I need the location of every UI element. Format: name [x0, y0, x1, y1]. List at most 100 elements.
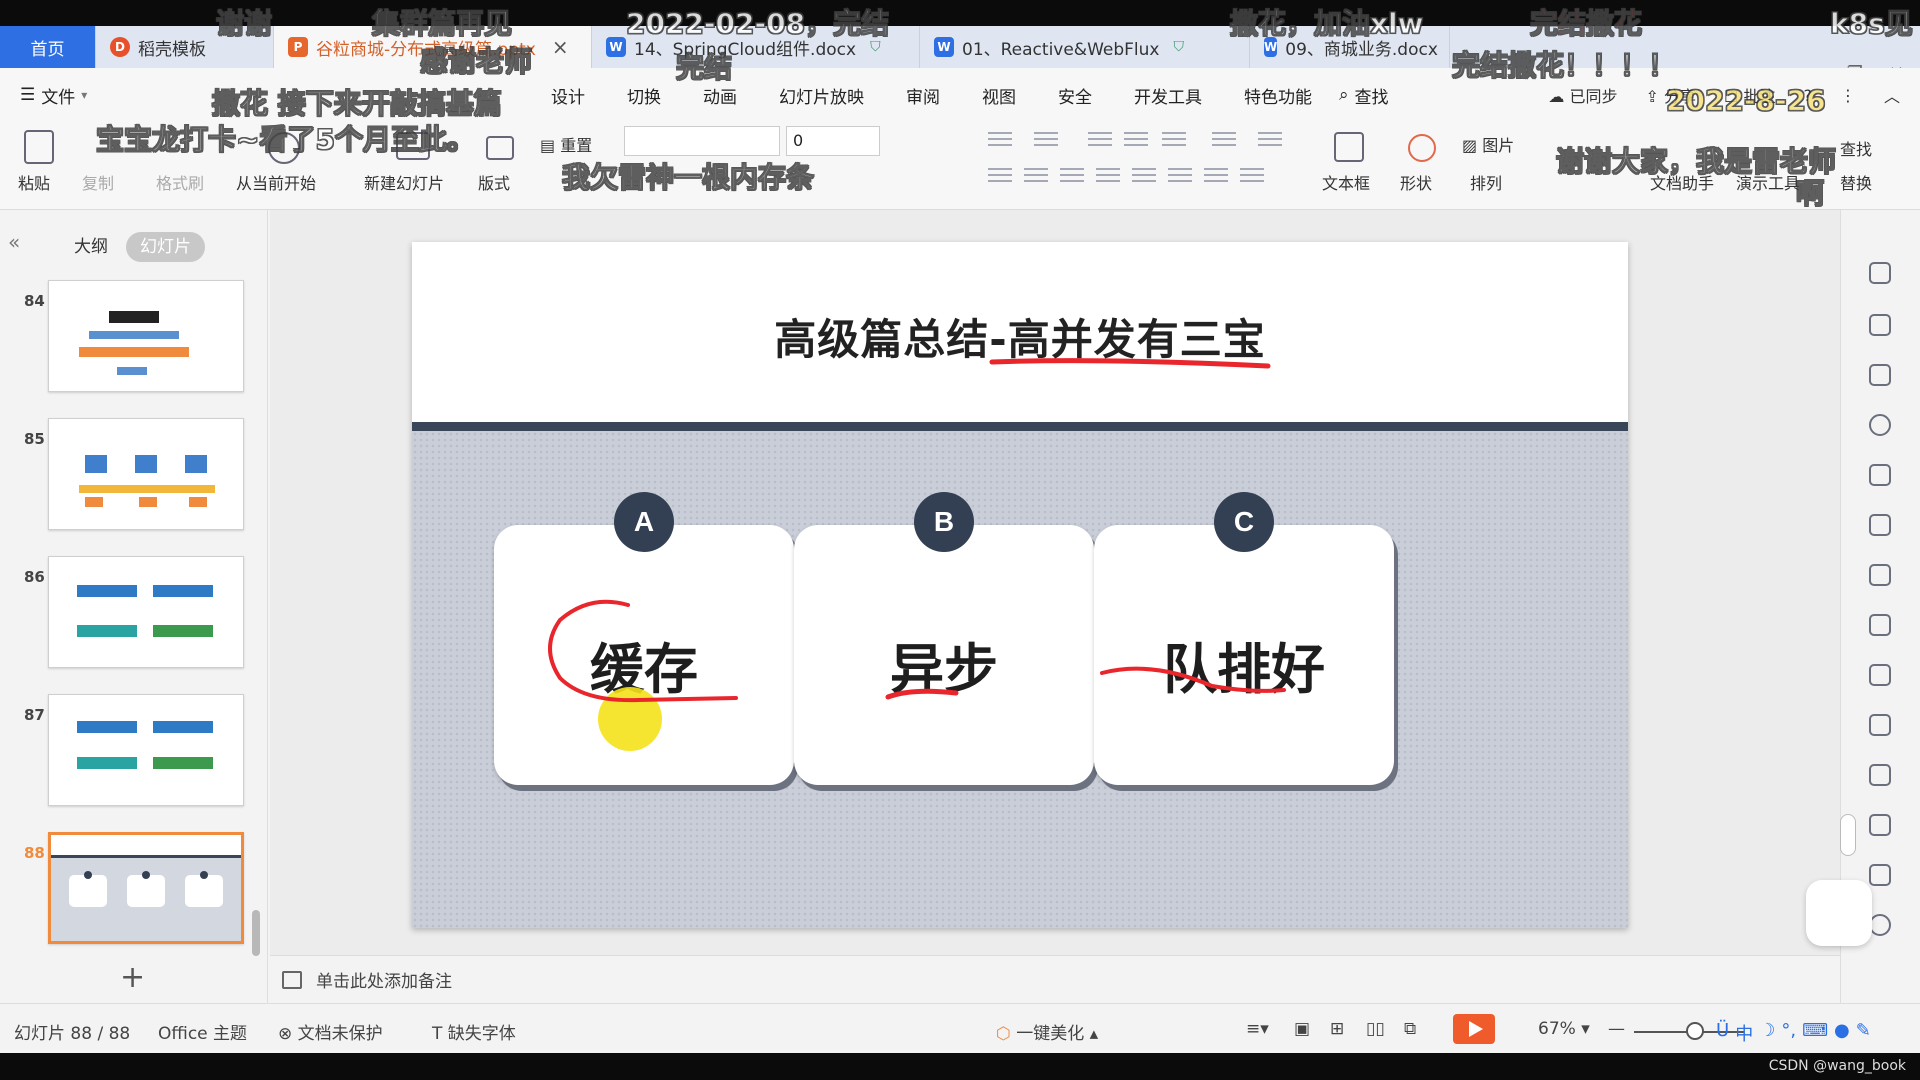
zoom-level[interactable]: 67% ▾ [1538, 1019, 1590, 1039]
align-center-icon[interactable] [1024, 168, 1048, 186]
slide-thumbnail[interactable] [48, 418, 244, 530]
protect-status[interactable]: ⊗ 文档未保护 [278, 1019, 383, 1044]
menu-security[interactable]: 安全 [1037, 83, 1113, 108]
replace-button[interactable]: 替换 [1840, 170, 1872, 194]
textbox-button[interactable]: 文本框 [1322, 170, 1370, 194]
smart-art-icon[interactable] [1240, 168, 1264, 186]
panel-scrollbar[interactable] [252, 910, 260, 956]
slide-title[interactable]: 高级篇总结-高并发有三宝 [412, 306, 1628, 367]
star-icon[interactable] [1869, 262, 1891, 284]
bullet-list-icon[interactable] [988, 132, 1012, 150]
align-right-icon[interactable] [1060, 168, 1084, 186]
arrange-button[interactable]: 排列 [1470, 170, 1502, 194]
grid-icon[interactable] [1869, 564, 1891, 586]
target-icon[interactable] [1869, 414, 1891, 436]
picture-button[interactable]: ▨ 图片 [1462, 132, 1514, 156]
menu-animation[interactable]: 动画 [682, 83, 758, 108]
thumbnail-row[interactable]: 84 [0, 280, 260, 396]
format-painter-button[interactable]: 格式刷 [156, 170, 204, 194]
archive-icon[interactable] [1869, 814, 1891, 836]
tab-home[interactable]: 首页 [0, 26, 96, 68]
textbox-icon[interactable] [1334, 132, 1364, 162]
distribute-icon[interactable] [1132, 168, 1156, 186]
slide-thumbnail[interactable] [48, 556, 244, 668]
paste-button[interactable]: 粘贴 [18, 170, 50, 194]
thumbnail-row[interactable]: 86 [0, 556, 260, 672]
menu-features[interactable]: 特色功能 [1223, 83, 1333, 108]
tab-slides[interactable]: 幻灯片 [126, 232, 205, 262]
export-icon[interactable] [1869, 764, 1891, 786]
thumbnail-row[interactable]: 85 [0, 418, 260, 534]
font-family-select[interactable] [624, 126, 780, 156]
justify-icon[interactable] [1096, 168, 1120, 186]
thumbnail-row[interactable]: 87 [0, 694, 260, 810]
card-a[interactable]: 缓存 [494, 525, 794, 785]
vertical-align-icon[interactable] [1204, 168, 1228, 186]
menu-transition[interactable]: 切换 [606, 83, 682, 108]
presenter-view-icon[interactable]: ⧉ [1404, 1019, 1416, 1039]
menu-review[interactable]: 审阅 [885, 83, 961, 108]
slide-canvas[interactable]: 高级篇总结-高并发有三宝 缓存 异步 队排好 A B C [412, 242, 1628, 928]
shape-button[interactable]: 形状 [1400, 170, 1432, 194]
columns-icon[interactable] [1212, 132, 1236, 150]
paste-icon[interactable] [24, 130, 54, 164]
file-menu[interactable]: ☰ 文件 ▾ [0, 83, 130, 108]
more-icon[interactable]: ⋮ [1840, 86, 1856, 105]
sorter-view-icon[interactable]: ⊞ [1330, 1019, 1344, 1039]
add-slide-icon[interactable]: + [120, 960, 145, 995]
card-c[interactable]: 队排好 [1094, 525, 1394, 785]
decrease-indent-icon[interactable] [1088, 132, 1112, 150]
triangle-icon[interactable] [1869, 464, 1891, 486]
sound-icon[interactable] [1869, 914, 1891, 936]
sliders-icon[interactable] [1869, 664, 1891, 686]
table-icon[interactable] [1869, 514, 1891, 536]
cube-icon[interactable] [1869, 364, 1891, 386]
collapse-panel-icon[interactable]: « [8, 230, 20, 254]
find-button[interactable]: 查找 [1840, 136, 1872, 160]
paragraph-spacing-icon[interactable] [1168, 168, 1192, 186]
slide-thumbnail-selected[interactable] [48, 832, 244, 944]
ime-toolbar[interactable]: Ü 中 ☽ °, ⌨ ● ✎ [1716, 1020, 1871, 1046]
image-edit-icon[interactable] [1869, 714, 1891, 736]
close-icon[interactable]: × [552, 35, 569, 59]
menu-view[interactable]: 视图 [961, 83, 1037, 108]
reset-button[interactable]: ▤ 重置 [540, 132, 592, 156]
slide-thumbnail[interactable] [48, 280, 244, 392]
layout-button[interactable]: 版式 [478, 170, 510, 194]
align-left-icon[interactable] [988, 168, 1012, 186]
from-current-button[interactable]: 从当前开始 [236, 170, 316, 194]
line-spacing-icon[interactable] [1258, 132, 1282, 150]
zoom-slider-knob[interactable] [1686, 1022, 1704, 1040]
beautify-button[interactable]: ⬡ 一键美化 ▴ [996, 1019, 1098, 1044]
sync-status[interactable]: ☁ 已同步 [1548, 83, 1617, 107]
search-menu[interactable]: ⌕ 查找 [1339, 83, 1389, 108]
menu-design[interactable]: 设计 [530, 83, 606, 108]
picture-icon[interactable] [1869, 864, 1891, 886]
slide-thumbnail[interactable] [48, 694, 244, 806]
zoom-out-icon[interactable]: — [1608, 1019, 1625, 1039]
normal-view-icon[interactable]: ▣ [1294, 1019, 1310, 1039]
notes-toggle-icon[interactable]: ≡▾ [1246, 1019, 1269, 1039]
card-b[interactable]: 异步 [794, 525, 1094, 785]
missing-font[interactable]: T 缺失字体 [432, 1019, 516, 1044]
text-direction-icon[interactable] [1162, 132, 1186, 150]
menu-slideshow[interactable]: 幻灯片放映 [758, 83, 885, 108]
reading-view-icon[interactable]: ▯▯ [1366, 1019, 1385, 1039]
tab-reactive-doc[interactable]: W 01、Reactive&WebFlux ⛉ [920, 26, 1250, 68]
layout-icon[interactable] [486, 136, 514, 160]
theme-name[interactable]: Office 主题 [158, 1019, 247, 1044]
collapse-ribbon-icon[interactable]: ︿ [1884, 83, 1900, 107]
copy-button[interactable]: 复制 [82, 170, 114, 194]
slideshow-play-button[interactable] [1453, 1014, 1495, 1044]
menu-developer[interactable]: 开发工具 [1113, 83, 1223, 108]
new-slide-button[interactable]: 新建幻灯片 [364, 170, 444, 194]
vertical-scrollbar-thumb[interactable] [1840, 814, 1856, 856]
shape-icon[interactable] [1408, 134, 1436, 162]
bar-chart-icon[interactable] [1869, 614, 1891, 636]
floating-play-button[interactable] [1806, 880, 1872, 946]
numbered-list-icon[interactable] [1034, 132, 1058, 150]
switch-icon[interactable] [1869, 314, 1891, 336]
thumbnail-row-selected[interactable]: 88 [0, 832, 260, 948]
tab-outline[interactable]: 大纲 [60, 232, 122, 262]
font-size-select[interactable]: 0 [786, 126, 880, 156]
